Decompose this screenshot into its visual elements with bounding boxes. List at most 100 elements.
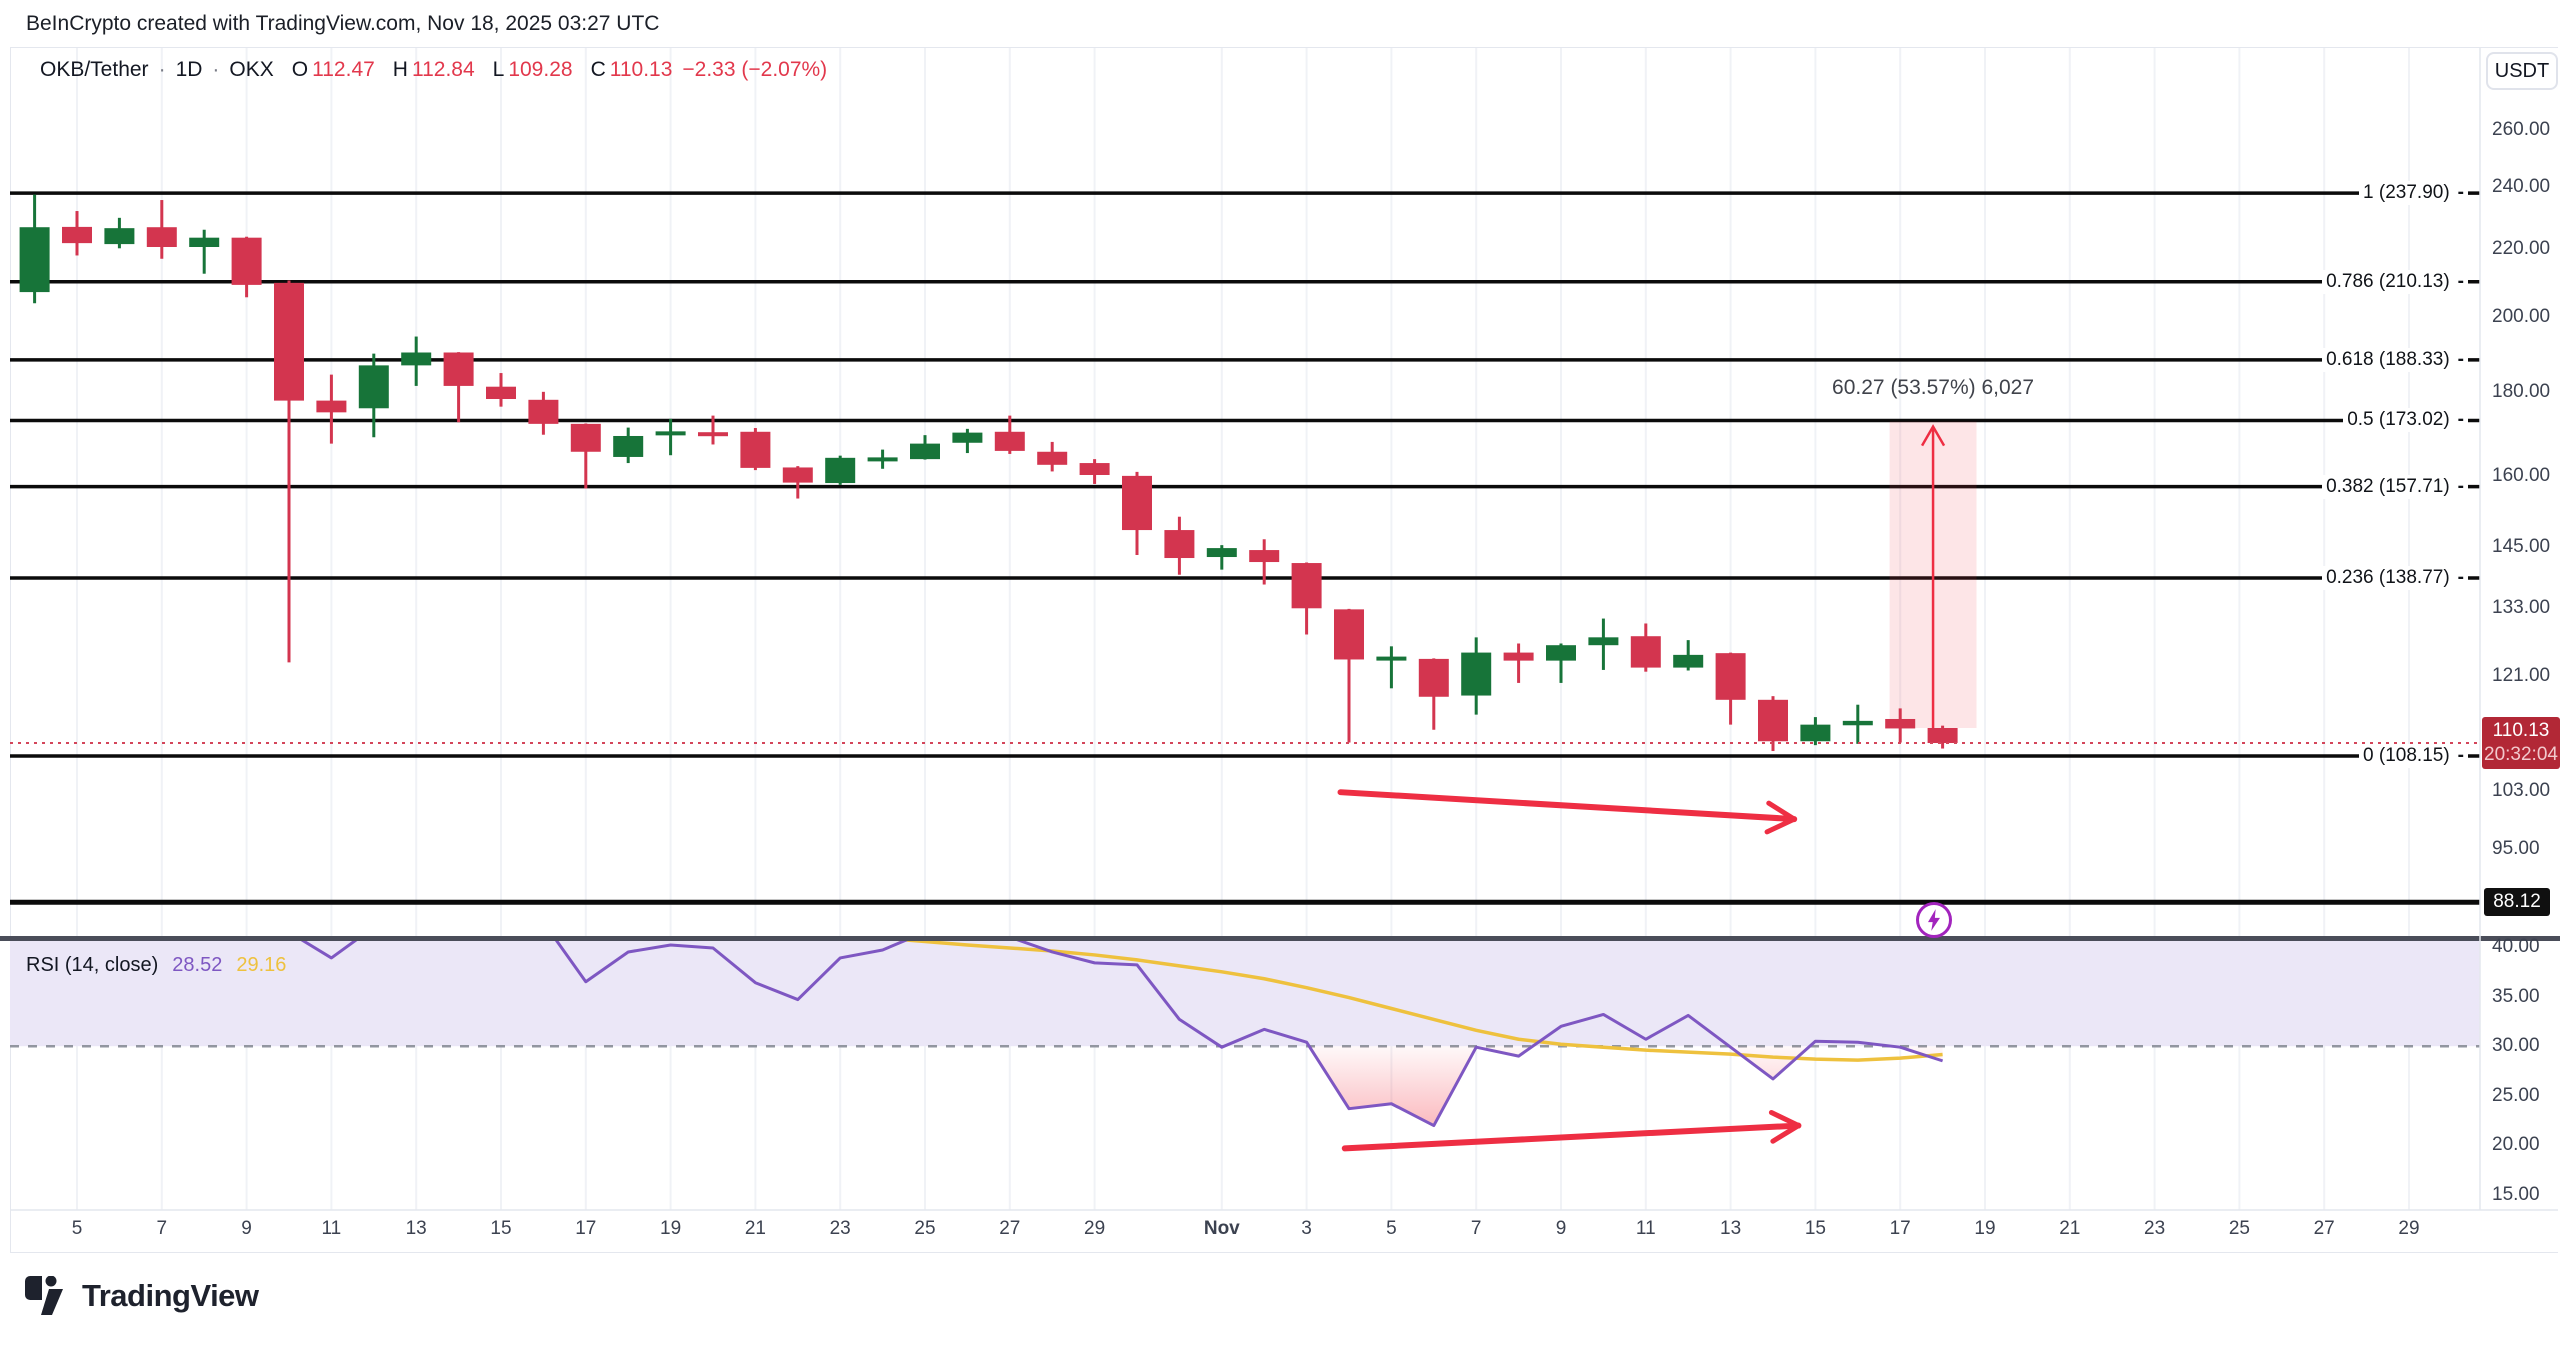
tradingview-logo[interactable]: TradingView bbox=[24, 1276, 259, 1316]
fib-tick-dash: - bbox=[2458, 476, 2464, 498]
time-tick-nov: Nov bbox=[1204, 1218, 1240, 1240]
candle-body-oct-15[interactable] bbox=[486, 387, 516, 399]
candle-body-nov-18[interactable] bbox=[1928, 728, 1958, 743]
candle-body-oct-25[interactable] bbox=[910, 444, 940, 460]
fib-tick-dash: - bbox=[2458, 409, 2464, 431]
candle-body-oct-27[interactable] bbox=[995, 432, 1025, 451]
candle-body-nov-17[interactable] bbox=[1885, 719, 1915, 728]
candle-body-nov-13[interactable] bbox=[1716, 653, 1746, 700]
time-tick-11: 11 bbox=[1636, 1218, 1656, 1240]
fib-label-0: 0 (108.15)- bbox=[2359, 744, 2468, 768]
candle-body-nov-16[interactable] bbox=[1843, 721, 1873, 725]
rsi-tick-20.00: 20.00 bbox=[2492, 1134, 2540, 1156]
candle-body-oct-5[interactable] bbox=[62, 227, 92, 243]
candle-body-nov-1[interactable] bbox=[1207, 548, 1237, 557]
candle-body-oct-31[interactable] bbox=[1164, 530, 1194, 558]
price-tick-103.00: 103.00 bbox=[2492, 780, 2550, 802]
time-tick-15: 15 bbox=[490, 1218, 511, 1240]
pane-divider[interactable] bbox=[0, 936, 2560, 941]
candle-body-oct-16[interactable] bbox=[528, 400, 558, 424]
candle-body-oct-26[interactable] bbox=[952, 433, 982, 443]
time-tick-25: 25 bbox=[2229, 1218, 2250, 1240]
tradingview-logo-text: TradingView bbox=[82, 1278, 259, 1314]
rsi-tick-40.00: 40.00 bbox=[2492, 936, 2540, 958]
candle-body-oct-13[interactable] bbox=[401, 352, 431, 365]
fib-label-1: 1 (237.90)- bbox=[2359, 181, 2468, 205]
candle-body-oct-11[interactable] bbox=[316, 401, 346, 413]
price-tick-260.00: 260.00 bbox=[2492, 119, 2550, 141]
price-tick-200.00: 200.00 bbox=[2492, 306, 2550, 328]
candle-body-oct-18[interactable] bbox=[613, 436, 643, 457]
candle-body-nov-4[interactable] bbox=[1334, 609, 1364, 659]
candles-layer[interactable] bbox=[20, 195, 1958, 751]
fib-label-0.236: 0.236 (138.77)- bbox=[2322, 566, 2468, 590]
candle-body-oct-23[interactable] bbox=[825, 458, 855, 483]
rsi-tick-15.00: 15.00 bbox=[2492, 1184, 2540, 1206]
candle-body-oct-4[interactable] bbox=[20, 227, 50, 292]
last-price: 110.13 bbox=[2482, 719, 2560, 743]
candle-body-nov-14[interactable] bbox=[1758, 700, 1788, 741]
time-tick-19: 19 bbox=[1974, 1218, 1995, 1240]
fib-label-0.382: 0.382 (157.71)- bbox=[2322, 475, 2468, 499]
time-tick-9: 9 bbox=[241, 1218, 252, 1240]
rsi-oversold-fill bbox=[1729, 1046, 1810, 1079]
price-change: −2.33 (−2.07%) bbox=[682, 58, 827, 82]
lightning-icon[interactable] bbox=[1916, 902, 1952, 938]
chart-canvas[interactable] bbox=[0, 0, 2560, 1347]
candle-body-oct-24[interactable] bbox=[868, 457, 898, 461]
time-tick-13: 13 bbox=[1720, 1218, 1741, 1240]
ohlc-low: L 109.28 bbox=[493, 58, 573, 82]
candle-body-oct-17[interactable] bbox=[571, 424, 601, 452]
candle-body-oct-12[interactable] bbox=[359, 365, 389, 408]
fib-tick-dash: - bbox=[2458, 745, 2464, 767]
candle-body-oct-6[interactable] bbox=[104, 228, 134, 244]
time-tick-27: 27 bbox=[2314, 1218, 2335, 1240]
rsi-tick-25.00: 25.00 bbox=[2492, 1085, 2540, 1107]
currency-button[interactable]: USDT bbox=[2486, 52, 2558, 90]
ohlc-close: C 110.13 bbox=[591, 58, 673, 82]
tradingview-chart-screenshot: BeInCrypto created with TradingView.com,… bbox=[0, 0, 2560, 1347]
candle-body-nov-5[interactable] bbox=[1376, 657, 1406, 661]
lightning-bolt-glyph bbox=[1924, 908, 1944, 932]
candle-body-nov-6[interactable] bbox=[1419, 659, 1449, 697]
price-tick-121.00: 121.00 bbox=[2492, 665, 2550, 687]
symbol-name[interactable]: OKB/Tether bbox=[40, 58, 149, 82]
separator: · bbox=[212, 58, 219, 82]
time-tick-11: 11 bbox=[322, 1218, 342, 1240]
candle-body-nov-11[interactable] bbox=[1631, 636, 1661, 667]
candle-body-oct-29[interactable] bbox=[1080, 463, 1110, 475]
candle-body-nov-10[interactable] bbox=[1588, 637, 1618, 645]
fib-tick-dash: - bbox=[2458, 349, 2464, 371]
exchange: OKX bbox=[229, 58, 273, 82]
candle-body-nov-9[interactable] bbox=[1546, 645, 1576, 660]
candle-body-oct-28[interactable] bbox=[1037, 452, 1067, 465]
candle-body-oct-30[interactable] bbox=[1122, 476, 1152, 530]
trend-arrow-price[interactable] bbox=[1341, 792, 1795, 819]
candle-body-nov-3[interactable] bbox=[1292, 563, 1322, 608]
candle-body-nov-15[interactable] bbox=[1800, 725, 1830, 742]
candle-body-nov-12[interactable] bbox=[1673, 655, 1703, 668]
time-tick-3: 3 bbox=[1301, 1218, 1312, 1240]
candle-body-nov-2[interactable] bbox=[1249, 550, 1279, 562]
candle-body-oct-9[interactable] bbox=[232, 238, 262, 285]
candle-body-oct-22[interactable] bbox=[783, 467, 813, 482]
candle-body-nov-8[interactable] bbox=[1504, 653, 1534, 661]
candle-body-oct-19[interactable] bbox=[656, 431, 686, 435]
price-tick-133.00: 133.00 bbox=[2492, 597, 2550, 619]
candle-body-oct-7[interactable] bbox=[147, 227, 177, 247]
time-tick-19: 19 bbox=[660, 1218, 681, 1240]
rsi-label[interactable]: RSI (14, close) bbox=[26, 954, 158, 977]
timeframe[interactable]: 1D bbox=[176, 58, 203, 82]
bar-countdown: 20:32:04 bbox=[2482, 743, 2560, 767]
time-tick-29: 29 bbox=[1084, 1218, 1105, 1240]
candle-body-oct-21[interactable] bbox=[740, 432, 770, 468]
tradingview-logo-icon bbox=[24, 1276, 70, 1316]
candle-body-oct-20[interactable] bbox=[698, 432, 728, 436]
candle-body-oct-8[interactable] bbox=[189, 238, 219, 247]
candle-body-nov-7[interactable] bbox=[1461, 653, 1491, 696]
time-tick-21: 21 bbox=[745, 1218, 766, 1240]
price-tick-180.00: 180.00 bbox=[2492, 381, 2550, 403]
candle-body-oct-14[interactable] bbox=[444, 352, 474, 385]
candle-body-oct-10[interactable] bbox=[274, 283, 304, 401]
separator: · bbox=[159, 58, 166, 82]
